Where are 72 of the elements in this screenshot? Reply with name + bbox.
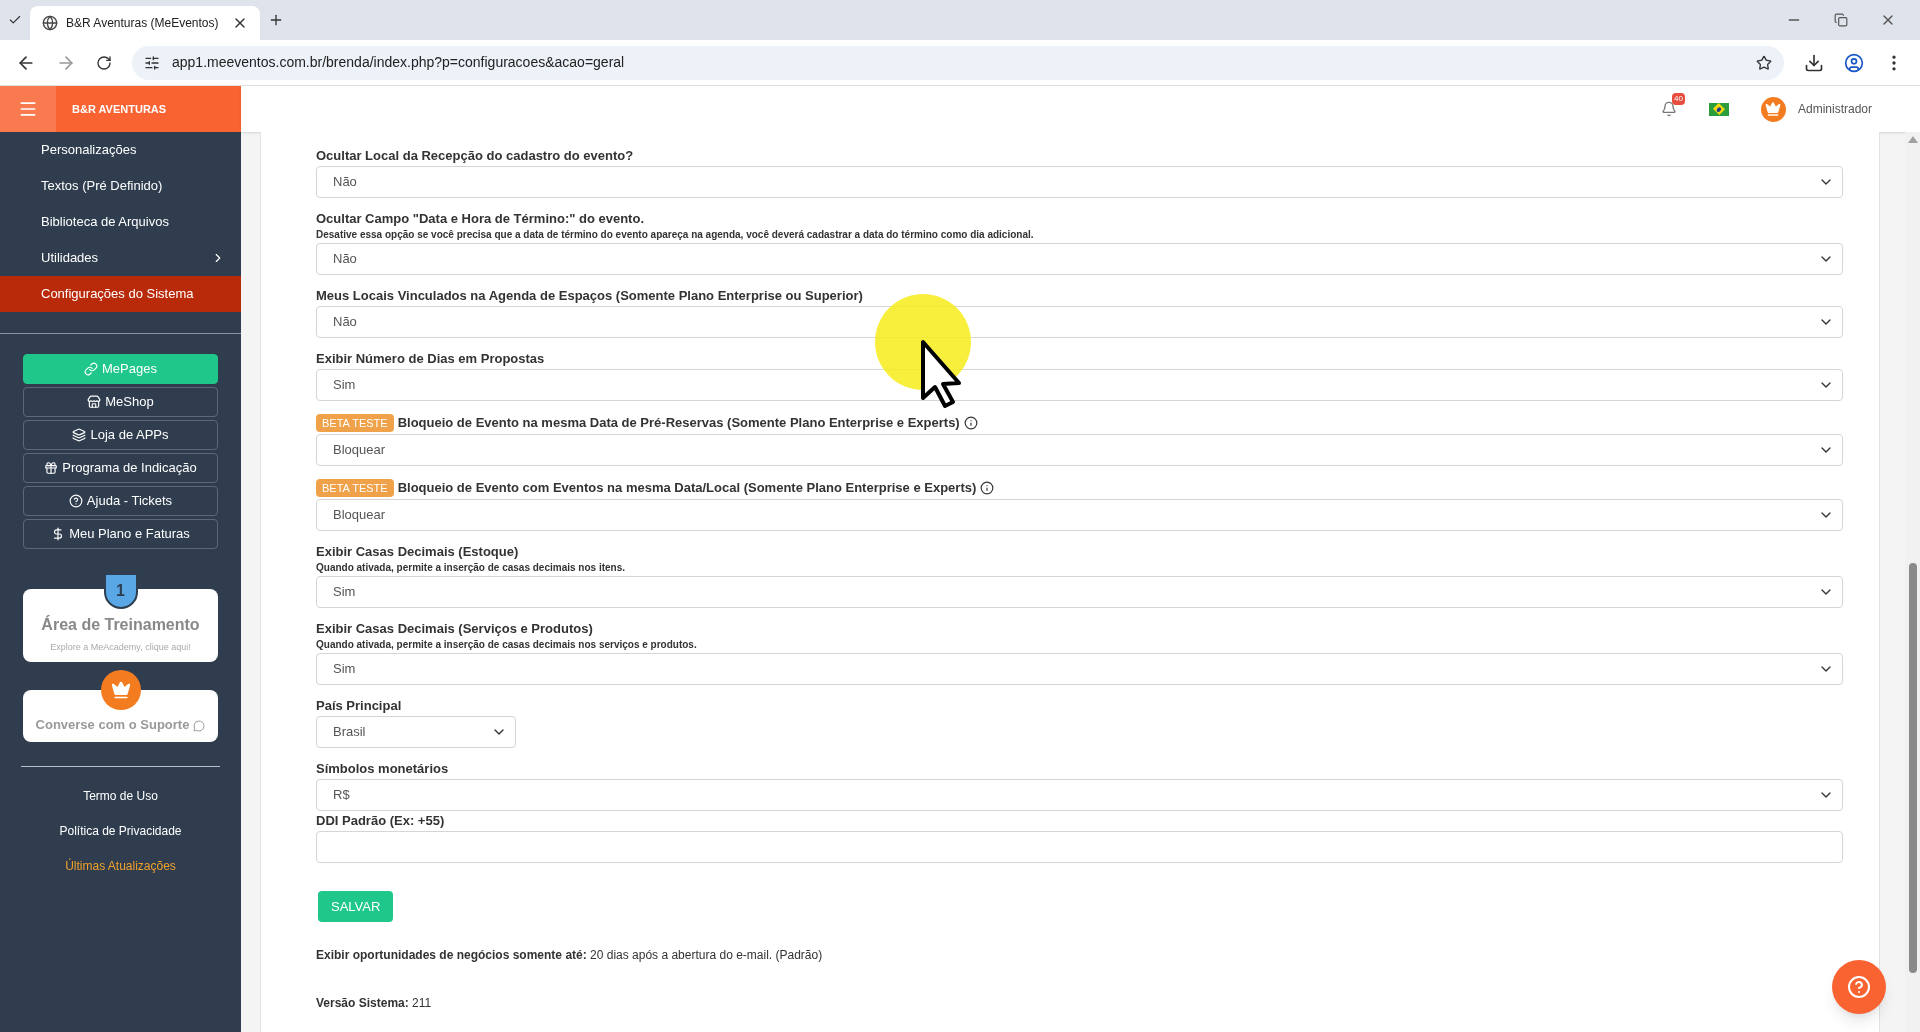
- chat-icon: [193, 720, 206, 732]
- select-field[interactable]: R$: [316, 779, 1843, 811]
- field-label: Símbolos monetários: [316, 761, 449, 777]
- field-label: Exibir Casas Decimais (Serviços e Produtos): [316, 621, 593, 637]
- button-icon: [87, 395, 102, 409]
- field-label: DDI Padrão (Ex: +55): [316, 813, 445, 829]
- select-field[interactable]: Sim: [316, 369, 1843, 401]
- select-field[interactable]: Bloquear: [316, 434, 1843, 466]
- sidebar-item[interactable]: Utilidades: [0, 240, 241, 276]
- button-icon: [68, 494, 83, 508]
- profile-icon[interactable]: [1844, 52, 1864, 73]
- select-field[interactable]: Não: [316, 166, 1843, 198]
- input-field[interactable]: [316, 831, 1843, 863]
- notification-count: 40: [1672, 93, 1685, 105]
- select-field[interactable]: Sim: [316, 576, 1843, 608]
- footer-link[interactable]: Últimas Atualizações: [65, 857, 176, 875]
- site-info-icon[interactable]: [144, 54, 160, 71]
- menu-icon: [18, 99, 38, 119]
- browser-tab[interactable]: B&R Aventuras (MeEventos): [30, 6, 260, 40]
- user-name[interactable]: Administrador: [1797, 100, 1872, 118]
- download-icon[interactable]: [1804, 52, 1824, 73]
- beta-badge: BETA TESTE: [316, 414, 394, 432]
- crown-badge: [100, 670, 141, 710]
- field-hint: Quando ativada, permite a inserção de casas decimais nos serviços e produtos.: [316, 639, 698, 651]
- avatar-icon[interactable]: [1760, 96, 1786, 122]
- button-icon: [72, 428, 87, 442]
- select-field[interactable]: Brasil: [316, 716, 516, 748]
- sidebar-button[interactable]: Programa de Indicação: [23, 453, 218, 483]
- select-field[interactable]: Não: [316, 306, 1843, 338]
- sidebar-button[interactable]: Meu Plano e Faturas: [23, 519, 218, 549]
- beta-badge: BETA TESTE: [316, 479, 394, 497]
- new-tab-icon[interactable]: [268, 12, 284, 28]
- field-hint: Desative essa opção se você precisa que a data de término do evento apareça na agenda, você deverá cadastrar a data do término como dia adicional.: [316, 229, 1035, 241]
- sidebar-item[interactable]: Personalizações: [0, 132, 241, 168]
- sidebar-button[interactable]: Ajuda - Tickets: [23, 486, 218, 516]
- info-icon[interactable]: [963, 416, 978, 430]
- field-label: País Principal: [316, 698, 402, 714]
- sidebar-item[interactable]: Biblioteca de Arquivos: [0, 204, 241, 240]
- help-icon: [1847, 975, 1871, 999]
- select-field[interactable]: Bloquear: [316, 499, 1843, 531]
- select-field[interactable]: Sim: [316, 653, 1843, 685]
- bell-icon[interactable]: [1660, 101, 1677, 117]
- menu-toggle-button[interactable]: [0, 86, 56, 132]
- shield-badge: 1: [103, 573, 138, 609]
- address-bar[interactable]: app1.meeventos.com.br/brenda/index.php?p=configuracoes&acao=geral: [132, 45, 1784, 80]
- globe-icon: [42, 15, 58, 31]
- footer-link[interactable]: Política de Privacidade: [59, 822, 182, 840]
- sidebar-item[interactable]: Configurações do Sistema: [0, 276, 241, 312]
- info-text: Versão Sistema: 211: [316, 995, 433, 1012]
- field-label: Bloqueio de Evento na mesma Data de Pré-Reservas (Somente Plano Enterprise e Experts): [397, 415, 960, 431]
- button-icon: [44, 461, 59, 475]
- restore-icon[interactable]: [1834, 13, 1848, 27]
- field-label: Exibir Número de Dias em Propostas: [316, 351, 545, 367]
- field-label: Ocultar Campo "Data e Hora de Término:" do evento.: [316, 211, 644, 227]
- select-field[interactable]: Não: [316, 243, 1843, 275]
- tab-search-icon[interactable]: [8, 13, 22, 27]
- footer-link[interactable]: Termo de Uso: [83, 787, 158, 805]
- field-label: Exibir Casas Decimais (Estoque): [316, 544, 519, 560]
- sidebar-button[interactable]: MeShop: [23, 387, 218, 417]
- field-label: Ocultar Local da Recepção do cadastro do evento?: [316, 148, 634, 164]
- field-label: Bloqueio de Evento com Eventos na mesma Data/Local (Somente Plano Enterprise e Experts): [397, 480, 977, 496]
- brand-name: B&R AVENTURAS: [72, 101, 167, 117]
- info-icon[interactable]: [980, 481, 995, 495]
- field-hint: Quando ativada, permite a inserção de casas decimais nos itens.: [316, 562, 626, 574]
- button-icon: [84, 362, 99, 376]
- reload-icon[interactable]: [96, 54, 112, 71]
- sidebar-item[interactable]: Textos (Pré Definido): [0, 168, 241, 204]
- field-label: Meus Locais Vinculados na Agenda de Espaços (Somente Plano Enterprise ou Superior): [316, 288, 863, 304]
- sidebar-button[interactable]: Loja de APPs: [23, 420, 218, 450]
- info-text: Exibir oportunidades de negócios somente até: 20 dias após a abertura do e-mail. (Padrão): [316, 947, 824, 964]
- bookmark-icon[interactable]: [1756, 54, 1772, 71]
- brazil-flag-icon[interactable]: [1708, 102, 1729, 116]
